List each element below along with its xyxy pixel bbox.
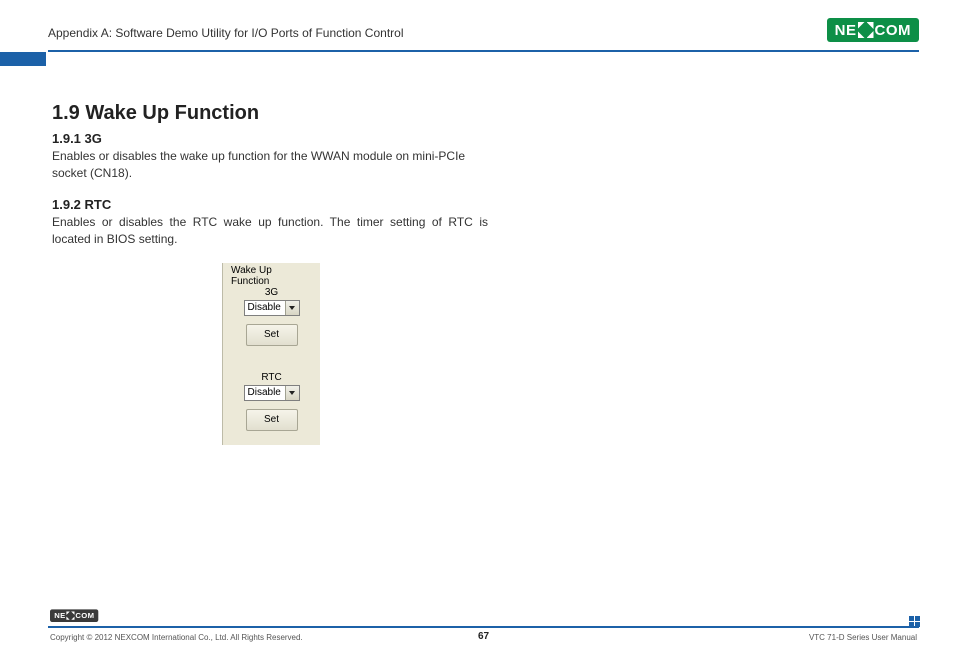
nexcom-logo-top: NE COM (827, 18, 919, 42)
appendix-title: Appendix A: Software Demo Utility for I/… (48, 22, 919, 40)
group-label: Wake Up Function (229, 265, 314, 287)
footer-rule (48, 626, 919, 628)
page-number: 67 (48, 631, 919, 642)
section-title: 1.9 Wake Up Function (52, 102, 488, 125)
subsection-3g-body: Enables or disables the wake up function… (52, 148, 488, 183)
brand-post: COM (875, 22, 912, 39)
brand-x-icon (66, 612, 74, 620)
content-column: 1.9 Wake Up Function 1.9.1 3G Enables or… (48, 52, 488, 445)
manual-name: VTC 71-D Series User Manual (809, 633, 917, 642)
label-rtc: RTC (229, 372, 314, 383)
chevron-down-icon[interactable] (285, 301, 299, 315)
subsection-3g-title: 1.9.1 3G (52, 131, 488, 146)
combo-rtc-value: Disable (248, 387, 281, 398)
set-rtc-button[interactable]: Set (246, 409, 298, 431)
combo-3g[interactable]: Disable (244, 300, 300, 316)
label-3g: 3G (229, 287, 314, 298)
footer-square-icon (909, 616, 923, 630)
brand-pre: NE (835, 22, 857, 39)
brand-x-icon (858, 22, 874, 38)
header-bar: Appendix A: Software Demo Utility for I/… (48, 22, 919, 52)
combo-3g-value: Disable (248, 302, 281, 313)
nexcom-logo-footer: NE COM (50, 609, 99, 622)
subsection-rtc-body: Enables or disables the RTC wake up func… (52, 214, 488, 249)
side-tab-mark (0, 52, 46, 66)
subsection-rtc-title: 1.9.2 RTC (52, 197, 488, 212)
set-3g-button[interactable]: Set (246, 324, 298, 346)
wakeup-panel: Wake Up Function 3G Disable Set RTC Disa… (222, 263, 320, 445)
chevron-down-icon[interactable] (285, 386, 299, 400)
combo-rtc[interactable]: Disable (244, 385, 300, 401)
